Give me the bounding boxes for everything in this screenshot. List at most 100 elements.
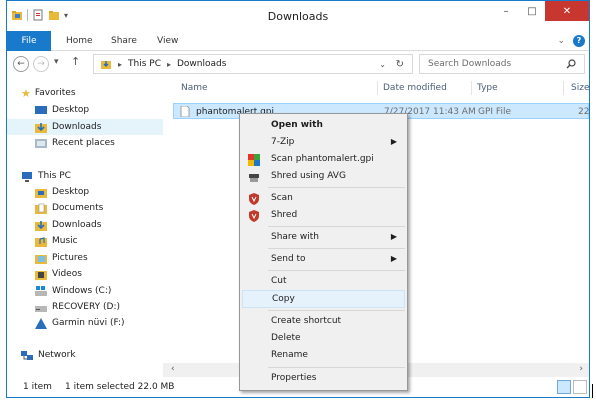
nav-item-videos[interactable]: Videos bbox=[7, 266, 163, 282]
minimize-button[interactable]: – bbox=[493, 1, 519, 21]
nav-network[interactable]: Network bbox=[21, 347, 163, 363]
search-box[interactable]: Search Downloads bbox=[419, 54, 585, 74]
address-dropdown-icon[interactable]: ⌄ bbox=[379, 60, 386, 69]
nav-item-pc-downloads[interactable]: Downloads bbox=[7, 217, 163, 233]
search-icon[interactable] bbox=[566, 59, 576, 69]
file-type: GPI File bbox=[478, 107, 511, 117]
nav-item-music[interactable]: Music bbox=[7, 233, 163, 249]
menu-separator bbox=[268, 248, 405, 249]
videos-icon bbox=[35, 270, 47, 280]
recent-places-icon bbox=[35, 138, 47, 148]
column-separator bbox=[377, 81, 378, 95]
back-button[interactable]: ← bbox=[13, 56, 29, 72]
submenu-arrow-icon: ▶ bbox=[390, 232, 397, 241]
nav-label: Documents bbox=[52, 203, 104, 213]
tab-view[interactable]: View bbox=[157, 31, 178, 51]
nav-favorites[interactable]: ★ Favorites bbox=[21, 85, 163, 101]
menu-properties[interactable]: Properties bbox=[242, 370, 405, 388]
up-button[interactable]: ↑ bbox=[71, 55, 80, 68]
menu-cut[interactable]: Cut bbox=[242, 273, 405, 291]
column-name[interactable]: Name bbox=[181, 83, 208, 93]
nav-item-documents[interactable]: Documents bbox=[7, 200, 163, 216]
help-icon[interactable]: ? bbox=[573, 35, 585, 47]
nav-item-garmin-f[interactable]: Garmin nüvi (F:) bbox=[7, 315, 163, 331]
file-size: 22 bbox=[578, 107, 590, 117]
column-type[interactable]: Type bbox=[477, 83, 498, 93]
navigation-pane: ★ Favorites Desktop Downloads Recent pla… bbox=[7, 77, 163, 372]
refresh-icon[interactable]: ↻ bbox=[396, 59, 404, 70]
menu-separator bbox=[268, 226, 405, 227]
breadcrumb-this-pc[interactable]: This PC bbox=[128, 59, 161, 69]
maximize-button[interactable]: □ bbox=[519, 1, 545, 21]
drive-icon bbox=[35, 305, 47, 312]
menu-copy[interactable]: Copy bbox=[242, 290, 405, 308]
recent-locations-icon[interactable]: ▾ bbox=[54, 57, 59, 67]
forward-button[interactable]: → bbox=[33, 56, 49, 72]
menu-shred[interactable]: Shred bbox=[242, 207, 405, 225]
file-icon bbox=[180, 106, 190, 117]
nav-label: This PC bbox=[38, 171, 71, 181]
computer-icon bbox=[22, 171, 32, 182]
nav-label: Desktop bbox=[52, 187, 90, 197]
nav-label: Network bbox=[38, 350, 76, 360]
nav-item-pictures[interactable]: Pictures bbox=[7, 250, 163, 266]
tab-share[interactable]: Share bbox=[111, 31, 137, 51]
music-icon bbox=[35, 236, 47, 247]
menu-separator bbox=[268, 187, 405, 188]
nav-item-recent-places[interactable]: Recent places bbox=[7, 135, 163, 151]
drive-windows-icon bbox=[35, 285, 47, 296]
title-bar: ▾ Downloads – □ ✕ bbox=[7, 1, 589, 31]
nav-item-pc-desktop[interactable]: Desktop bbox=[7, 184, 163, 200]
desktop-icon bbox=[35, 105, 47, 114]
nav-label: Desktop bbox=[52, 105, 90, 115]
menu-open-with[interactable]: Open with bbox=[242, 117, 405, 135]
selection-info: 1 item selected 22.0 MB bbox=[65, 382, 175, 392]
nav-item-downloads[interactable]: Downloads bbox=[7, 119, 163, 135]
breadcrumb-downloads[interactable]: Downloads bbox=[177, 59, 226, 69]
ribbon-right: ⌄ ? bbox=[557, 35, 585, 47]
menu-scan-file[interactable]: Scan phantomalert.gpi bbox=[242, 151, 405, 169]
context-menu: Open with 7-Zip ▶ Scan phantomalert.gpi … bbox=[239, 113, 408, 391]
nav-label: RECOVERY (D:) bbox=[52, 302, 121, 312]
large-icons-view-button[interactable] bbox=[573, 380, 587, 394]
nav-item-desktop[interactable]: Desktop bbox=[7, 102, 163, 118]
menu-share-with[interactable]: Share with ▶ bbox=[242, 229, 405, 247]
breadcrumb-chevron-icon: ▸ bbox=[118, 59, 123, 69]
column-separator bbox=[471, 81, 472, 95]
navigation-bar: ← → ▾ ↑ ▸ This PC ▸ Downloads ⌄ ↻ Search… bbox=[7, 51, 589, 77]
column-size[interactable]: Size bbox=[571, 83, 589, 93]
tab-file[interactable]: File bbox=[7, 31, 51, 51]
window-controls: – □ ✕ bbox=[493, 1, 589, 21]
expand-ribbon-icon[interactable]: ⌄ bbox=[557, 36, 565, 46]
address-bar[interactable]: ▸ This PC ▸ Downloads ⌄ ↻ bbox=[93, 54, 413, 74]
nav-label: Recent places bbox=[52, 138, 115, 148]
network-icon bbox=[21, 350, 33, 360]
shield-icon bbox=[249, 193, 259, 205]
star-icon: ★ bbox=[21, 86, 31, 100]
tab-home[interactable]: Home bbox=[66, 31, 93, 51]
scroll-right-icon[interactable]: › bbox=[579, 364, 583, 374]
column-separator bbox=[563, 81, 564, 95]
nav-this-pc[interactable]: This PC bbox=[21, 168, 163, 184]
menu-scan[interactable]: Scan bbox=[242, 190, 405, 208]
nav-label: Windows (C:) bbox=[52, 286, 112, 296]
menu-send-to[interactable]: Send to ▶ bbox=[242, 251, 405, 269]
nav-label: Downloads bbox=[52, 122, 102, 132]
menu-rename[interactable]: Rename bbox=[242, 347, 405, 365]
breadcrumb-chevron-icon: ▸ bbox=[166, 59, 171, 69]
menu-7zip[interactable]: 7-Zip ▶ bbox=[242, 134, 405, 152]
details-view-button[interactable] bbox=[557, 380, 571, 394]
nav-item-recovery-d[interactable]: RECOVERY (D:) bbox=[7, 299, 163, 315]
nav-item-windows-c[interactable]: Windows (C:) bbox=[7, 283, 163, 299]
menu-delete[interactable]: Delete bbox=[242, 330, 405, 348]
column-date-modified[interactable]: Date modified bbox=[383, 83, 447, 93]
documents-icon bbox=[35, 203, 47, 214]
nav-label: Downloads bbox=[52, 220, 102, 230]
menu-separator bbox=[268, 270, 405, 271]
scroll-left-icon[interactable]: ‹ bbox=[171, 364, 175, 374]
menu-create-shortcut[interactable]: Create shortcut bbox=[242, 313, 405, 331]
downloads-icon bbox=[35, 220, 47, 231]
close-button[interactable]: ✕ bbox=[545, 1, 589, 21]
menu-shred-avg[interactable]: Shred using AVG bbox=[242, 168, 405, 186]
menu-separator bbox=[268, 367, 405, 368]
